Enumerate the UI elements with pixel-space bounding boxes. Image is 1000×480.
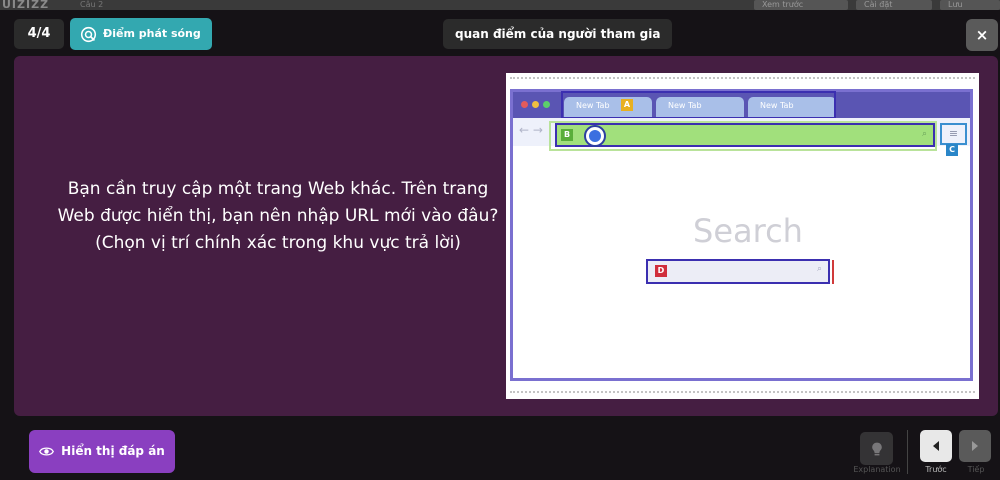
chevron-left-icon — [933, 441, 939, 451]
bg-settings-button: Cài đặt — [856, 0, 932, 10]
show-answer-label: Hiển thị đáp án — [61, 444, 165, 458]
question-line-1: Bạn cần truy cập một trang Web khác. Trê… — [67, 179, 489, 199]
previous-button[interactable] — [920, 430, 952, 462]
hotspot-label-c: C — [946, 144, 958, 156]
menu-icon: ≡ — [948, 127, 959, 140]
next-label: Tiếp — [967, 465, 985, 474]
selected-hotspot-marker — [584, 125, 606, 147]
explanation-label: Explanation — [853, 465, 901, 474]
question-text: Bạn cần truy cập một trang Web khác. Trê… — [30, 176, 526, 257]
close-button[interactable]: × — [966, 19, 998, 51]
question-line-2: Web được hiển thị, bạn nên nhập URL mới … — [57, 206, 499, 226]
browser-tab-bar: New Tab New Tab New Tab A — [513, 91, 970, 119]
hotspot-region-b-address-bar[interactable]: B ⌕ — [555, 123, 935, 147]
window-close-dot — [521, 101, 528, 108]
hotspot-region-c-menu[interactable]: ≡ — [940, 123, 967, 145]
image-border-dots-bottom — [510, 391, 975, 393]
question-type-label: Điểm phát sóng — [103, 27, 201, 40]
lightbulb-icon — [871, 442, 882, 455]
view-mode-title: quan điểm của người tham gia — [443, 19, 673, 49]
window-maximize-dot — [543, 101, 550, 108]
bottom-divider — [907, 430, 908, 474]
search-icon: ⌕ — [816, 264, 822, 274]
window-minimize-dot — [532, 101, 539, 108]
explanation-button[interactable] — [860, 432, 893, 465]
previous-label: Trước — [925, 465, 947, 474]
bg-question-label: Câu 2 — [80, 0, 104, 9]
close-icon: × — [975, 26, 989, 44]
hotspot-region-a[interactable] — [561, 91, 836, 119]
address-search-icon: ⌕ — [921, 129, 927, 139]
browser-mockup: New Tab New Tab New Tab A ← → B ⌕ ≡ C Se… — [510, 89, 973, 381]
question-counter: 4/4 — [14, 19, 64, 49]
chevron-right-icon — [972, 441, 978, 451]
show-answer-button[interactable]: Hiển thị đáp án — [29, 430, 175, 473]
hotspot-icon — [80, 26, 97, 42]
search-heading: Search — [693, 212, 803, 250]
hotspot-label-a: A — [621, 99, 633, 111]
hotspot-region-d-search-box[interactable]: D ⌕ — [646, 259, 830, 284]
bg-preview-button: Xem trước — [754, 0, 848, 10]
next-button[interactable] — [959, 430, 991, 462]
question-line-3: (Chọn vị trí chính xác trong khu vực trả… — [95, 233, 461, 253]
back-forward-icon: ← → — [519, 123, 543, 137]
image-border-dots — [510, 77, 975, 79]
search-box-red-edge — [832, 260, 834, 284]
hotspot-label-d: D — [655, 265, 667, 277]
hotspot-answer-image[interactable]: New Tab New Tab New Tab A ← → B ⌕ ≡ C Se… — [506, 73, 979, 399]
bg-save-button: Lưu — [940, 0, 1000, 10]
preview-overlay: 4/4 Điểm phát sóng quan điểm của người t… — [0, 10, 1000, 480]
question-type-badge: Điểm phát sóng — [70, 18, 212, 50]
question-card: Bạn cần truy cập một trang Web khác. Trê… — [14, 56, 998, 416]
hotspot-label-b: B — [561, 129, 573, 141]
eye-icon — [39, 447, 55, 456]
